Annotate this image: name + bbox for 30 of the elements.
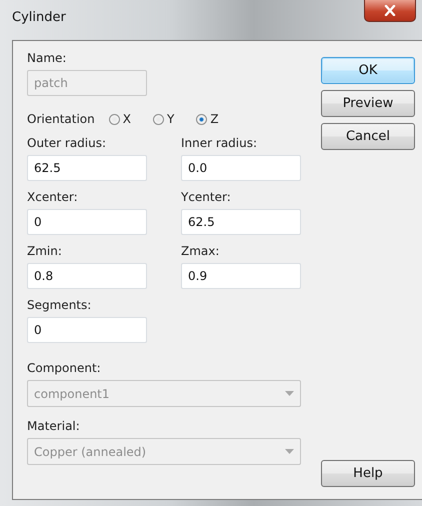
orientation-label: Orientation [27,112,95,126]
field-label: Inner radius: [181,136,258,150]
field-label: Component: [27,361,102,375]
input-field[interactable]: 0.0 [181,155,301,181]
input-field[interactable]: 0.8 [27,263,147,289]
dialog-button[interactable]: OK [321,57,415,84]
close-button[interactable] [364,0,416,22]
dialog-button[interactable]: Preview [321,90,415,117]
input-field[interactable]: 0 [27,209,147,235]
input-field[interactable]: 62.5 [27,155,147,181]
input-field[interactable]: 62.5 [181,209,301,235]
window-title: Cylinder [12,10,66,25]
radio-option[interactable]: Y [152,112,174,126]
field-label: Zmin: [27,244,63,258]
dialog-button[interactable]: Cancel [321,123,415,150]
field-label: Material: [27,419,81,433]
field-label: Name: [27,51,68,65]
input-field[interactable]: 0.9 [181,263,301,289]
field-label: Outer radius: [27,136,108,150]
radio-option[interactable]: Z [196,112,219,126]
field-label: Ycenter: [181,190,232,204]
close-icon [384,5,396,16]
field-label: Xcenter: [27,190,79,204]
radio-option[interactable]: X [108,112,131,126]
field-label: Segments: [27,298,92,312]
input-field[interactable]: 0 [27,317,147,343]
caret-icon [285,391,294,396]
field-label: Zmax: [181,244,220,258]
help-button[interactable]: Help [321,460,415,487]
caret-icon [285,449,294,454]
